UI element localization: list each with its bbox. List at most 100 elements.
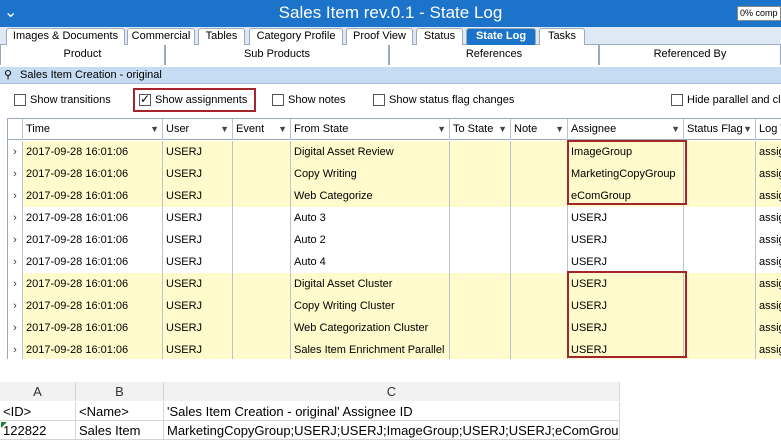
tab-images-documents[interactable]: Images & Documents	[6, 28, 125, 45]
checkbox-box[interactable]	[272, 94, 284, 106]
cell-user[interactable]: USERJ	[163, 251, 233, 273]
cell-log-type[interactable]: assig	[756, 339, 781, 359]
cell-note[interactable]	[511, 207, 568, 229]
cell-status-flag[interactable]	[684, 141, 756, 163]
row-expand-chevron-icon[interactable]: ›	[8, 317, 23, 339]
tab-state-log[interactable]: State Log	[466, 28, 536, 45]
cell-user[interactable]: USERJ	[163, 229, 233, 251]
cell-time[interactable]: 2017-09-28 16:01:06	[23, 317, 163, 339]
cell-time[interactable]: 2017-09-28 16:01:06	[23, 207, 163, 229]
cell-status-flag[interactable]	[684, 229, 756, 251]
cell-event[interactable]	[233, 207, 291, 229]
cell-from-state[interactable]: Digital Asset Cluster	[291, 273, 450, 295]
cell-to-state[interactable]	[450, 207, 511, 229]
cell-to-state[interactable]	[450, 141, 511, 163]
cell-event[interactable]	[233, 185, 291, 207]
cell-status-flag[interactable]	[684, 207, 756, 229]
row-expand-chevron-icon[interactable]: ›	[8, 251, 23, 273]
tab-category-profile[interactable]: Category Profile	[249, 28, 343, 45]
checkbox-box[interactable]	[671, 94, 683, 106]
cell-status-flag[interactable]	[684, 317, 756, 339]
cell-time[interactable]: 2017-09-28 16:01:06	[23, 163, 163, 185]
spreadsheet-cell[interactable]: <ID>	[0, 402, 76, 421]
show-status-flag-changes-checkbox[interactable]: Show status flag changes	[373, 93, 533, 107]
cell-status-flag[interactable]	[684, 295, 756, 317]
cell-time[interactable]: 2017-09-28 16:01:06	[23, 141, 163, 163]
cell-time[interactable]: 2017-09-28 16:01:06	[23, 339, 163, 359]
cell-from-state[interactable]: Digital Asset Review	[291, 141, 450, 163]
cell-from-state[interactable]: Sales Item Enrichment Parallel	[291, 339, 450, 359]
cell-log-type[interactable]: assig	[756, 185, 781, 207]
table-row[interactable]: › 2017-09-28 16:01:06 USERJ Auto 4 USERJ assi…	[8, 251, 781, 273]
row-expand-chevron-icon[interactable]: ›	[8, 229, 23, 251]
cell-user[interactable]: USERJ	[163, 207, 233, 229]
spreadsheet-cell[interactable]: <Name>	[76, 402, 164, 421]
cell-time[interactable]: 2017-09-28 16:01:06	[23, 251, 163, 273]
cell-to-state[interactable]	[450, 251, 511, 273]
cell-note[interactable]	[511, 273, 568, 295]
row-expand-chevron-icon[interactable]: ›	[8, 273, 23, 295]
tab-sub-products[interactable]: Sub Products	[165, 45, 389, 65]
row-expand-chevron-icon[interactable]: ›	[8, 163, 23, 185]
cell-to-state[interactable]	[450, 163, 511, 185]
cell-from-state[interactable]: Copy Writing Cluster	[291, 295, 450, 317]
cell-user[interactable]: USERJ	[163, 295, 233, 317]
cell-event[interactable]	[233, 229, 291, 251]
cell-event[interactable]	[233, 339, 291, 359]
cell-note[interactable]	[511, 251, 568, 273]
row-expand-chevron-icon[interactable]: ›	[8, 207, 23, 229]
cell-to-state[interactable]	[450, 339, 511, 359]
cell-to-state[interactable]	[450, 317, 511, 339]
cell-note[interactable]	[511, 339, 568, 359]
cell-log-type[interactable]: assig	[756, 163, 781, 185]
column-letter-b[interactable]: B	[76, 382, 164, 401]
cell-to-state[interactable]	[450, 273, 511, 295]
row-expand-chevron-icon[interactable]: ›	[8, 185, 23, 207]
cell-event[interactable]	[233, 251, 291, 273]
row-expand-chevron-icon[interactable]: ›	[8, 295, 23, 317]
column-header-note[interactable]: Note ▼	[511, 119, 568, 140]
tab-tables[interactable]: Tables	[198, 28, 245, 45]
cell-to-state[interactable]	[450, 295, 511, 317]
spreadsheet-cell[interactable]: MarketingCopyGroup;USERJ;USERJ;ImageGrou…	[164, 421, 620, 440]
cell-event[interactable]	[233, 163, 291, 185]
tab-product[interactable]: Product	[0, 45, 165, 65]
cell-to-state[interactable]	[450, 229, 511, 251]
cell-log-type[interactable]: assig	[756, 295, 781, 317]
tab-tasks[interactable]: Tasks	[539, 28, 585, 45]
cell-status-flag[interactable]	[684, 273, 756, 295]
cell-log-type[interactable]: assig	[756, 141, 781, 163]
checkbox-box[interactable]	[373, 94, 385, 106]
show-notes-checkbox[interactable]: Show notes	[272, 93, 362, 107]
cell-note[interactable]	[511, 317, 568, 339]
cell-note[interactable]	[511, 295, 568, 317]
column-header-user[interactable]: User ▼	[163, 119, 233, 140]
cell-note[interactable]	[511, 185, 568, 207]
spreadsheet-cell[interactable]: Sales Item	[76, 421, 164, 440]
tab-referenced-by[interactable]: Referenced By	[599, 45, 781, 65]
cell-from-state[interactable]: Web Categorize	[291, 185, 450, 207]
cell-user[interactable]: USERJ	[163, 317, 233, 339]
column-header-time[interactable]: Time ▼	[23, 119, 163, 140]
cell-time[interactable]: 2017-09-28 16:01:06	[23, 229, 163, 251]
column-letter-a[interactable]: A	[0, 382, 76, 401]
cell-to-state[interactable]	[450, 185, 511, 207]
cell-from-state[interactable]: Auto 2	[291, 229, 450, 251]
column-header-assignee[interactable]: Assignee ▼	[568, 119, 684, 140]
cell-event[interactable]	[233, 317, 291, 339]
cell-user[interactable]: USERJ	[163, 163, 233, 185]
row-expand-chevron-icon[interactable]: ›	[8, 339, 23, 359]
cell-user[interactable]: USERJ	[163, 339, 233, 359]
column-header-status-flag[interactable]: Status Flag ▼	[684, 119, 756, 140]
cell-time[interactable]: 2017-09-28 16:01:06	[23, 185, 163, 207]
tab-status[interactable]: Status	[416, 28, 463, 45]
cell-log-type[interactable]: assig	[756, 273, 781, 295]
cell-note[interactable]	[511, 163, 568, 185]
hide-parallel-checkbox[interactable]: Hide parallel and clu	[671, 93, 781, 107]
column-header-from-state[interactable]: From State ▼	[291, 119, 450, 140]
column-letter-c[interactable]: C	[164, 382, 620, 401]
cell-event[interactable]	[233, 273, 291, 295]
cell-status-flag[interactable]	[684, 163, 756, 185]
cell-time[interactable]: 2017-09-28 16:01:06	[23, 273, 163, 295]
table-row[interactable]: › 2017-09-28 16:01:06 USERJ Auto 2 USERJ assi…	[8, 229, 781, 251]
